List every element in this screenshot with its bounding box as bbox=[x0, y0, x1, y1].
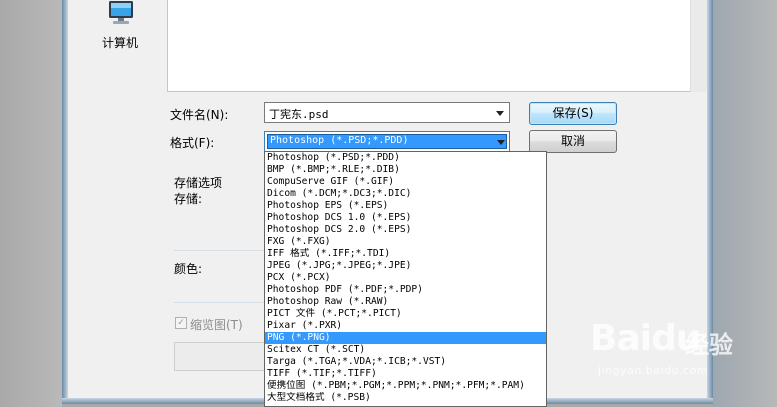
format-option[interactable]: BMP (*.BMP;*.RLE;*.DIB) bbox=[265, 164, 546, 176]
format-option[interactable]: TIFF (*.TIF;*.TIFF) bbox=[265, 368, 546, 380]
format-option[interactable]: Dicom (*.DCM;*.DC3;*.DIC) bbox=[265, 188, 546, 200]
format-option[interactable]: Photoshop DCS 2.0 (*.EPS) bbox=[265, 224, 546, 236]
computer-label[interactable]: 计算机 bbox=[100, 34, 140, 51]
computer-icon[interactable] bbox=[105, 0, 137, 26]
format-option[interactable]: CompuServe GIF (*.GIF) bbox=[265, 176, 546, 188]
format-option[interactable]: 大型文档格式 (*.PSB) bbox=[265, 392, 546, 404]
format-option[interactable]: PNG (*.PNG) bbox=[265, 332, 546, 344]
save-button[interactable]: 保存(S) bbox=[529, 102, 617, 125]
format-option[interactable]: Photoshop EPS (*.EPS) bbox=[265, 200, 546, 212]
cancel-button[interactable]: 取消 bbox=[529, 130, 617, 153]
format-option[interactable]: Photoshop Raw (*.RAW) bbox=[265, 296, 546, 308]
background-right bbox=[713, 0, 777, 407]
file-list-pane[interactable] bbox=[167, 0, 707, 92]
format-option[interactable]: Photoshop DCS 1.0 (*.EPS) bbox=[265, 212, 546, 224]
format-label: 格式(F): bbox=[170, 136, 215, 150]
format-option[interactable]: Targa (*.TGA;*.VDA;*.ICB;*.VST) bbox=[265, 356, 546, 368]
format-select[interactable]: Photoshop (*.PSD;*.PDD) bbox=[264, 131, 510, 152]
save-options-title: 存储选项 bbox=[174, 176, 223, 190]
format-option[interactable]: PCX (*.PCX) bbox=[265, 272, 546, 284]
background-left bbox=[0, 0, 62, 407]
filename-label: 文件名(N): bbox=[170, 108, 229, 122]
format-option[interactable]: 便携位图 (*.PBM;*.PGM;*.PPM;*.PNM;*.PFM;*.PA… bbox=[265, 380, 546, 392]
filename-input[interactable]: 丁宪东.psd bbox=[264, 102, 510, 123]
format-option[interactable]: Photoshop PDF (*.PDF;*.PDP) bbox=[265, 284, 546, 296]
window-frame-right bbox=[707, 0, 713, 404]
format-option[interactable]: Scitex CT (*.SCT) bbox=[265, 344, 546, 356]
format-option[interactable]: Photoshop (*.PSD;*.PDD) bbox=[265, 152, 546, 164]
chevron-down-icon[interactable] bbox=[497, 140, 505, 145]
color-label: 颜色: bbox=[174, 262, 203, 276]
thumbnail-label: 缩览图(T) bbox=[190, 318, 243, 332]
format-option[interactable]: FXG (*.FXG) bbox=[265, 236, 546, 248]
format-option[interactable]: JPEG (*.JPG;*.JPEG;*.JPE) bbox=[265, 260, 546, 272]
storage-label: 存储: bbox=[174, 192, 203, 206]
thumbnail-checkbox[interactable]: ✓ bbox=[175, 317, 187, 329]
format-select-value: Photoshop (*.PSD;*.PDD) bbox=[267, 134, 507, 149]
chevron-down-icon[interactable] bbox=[496, 111, 504, 116]
format-dropdown-list[interactable]: Photoshop (*.PSD;*.PDD) BMP (*.BMP;*.RLE;… bbox=[264, 151, 547, 407]
format-option[interactable]: Pixar (*.PXR) bbox=[265, 320, 546, 332]
format-option[interactable]: PICT 文件 (*.PCT;*.PICT) bbox=[265, 308, 546, 320]
file-list-scrollbar[interactable] bbox=[690, 0, 707, 92]
format-option[interactable]: IFF 格式 (*.IFF;*.TDI) bbox=[265, 248, 546, 260]
